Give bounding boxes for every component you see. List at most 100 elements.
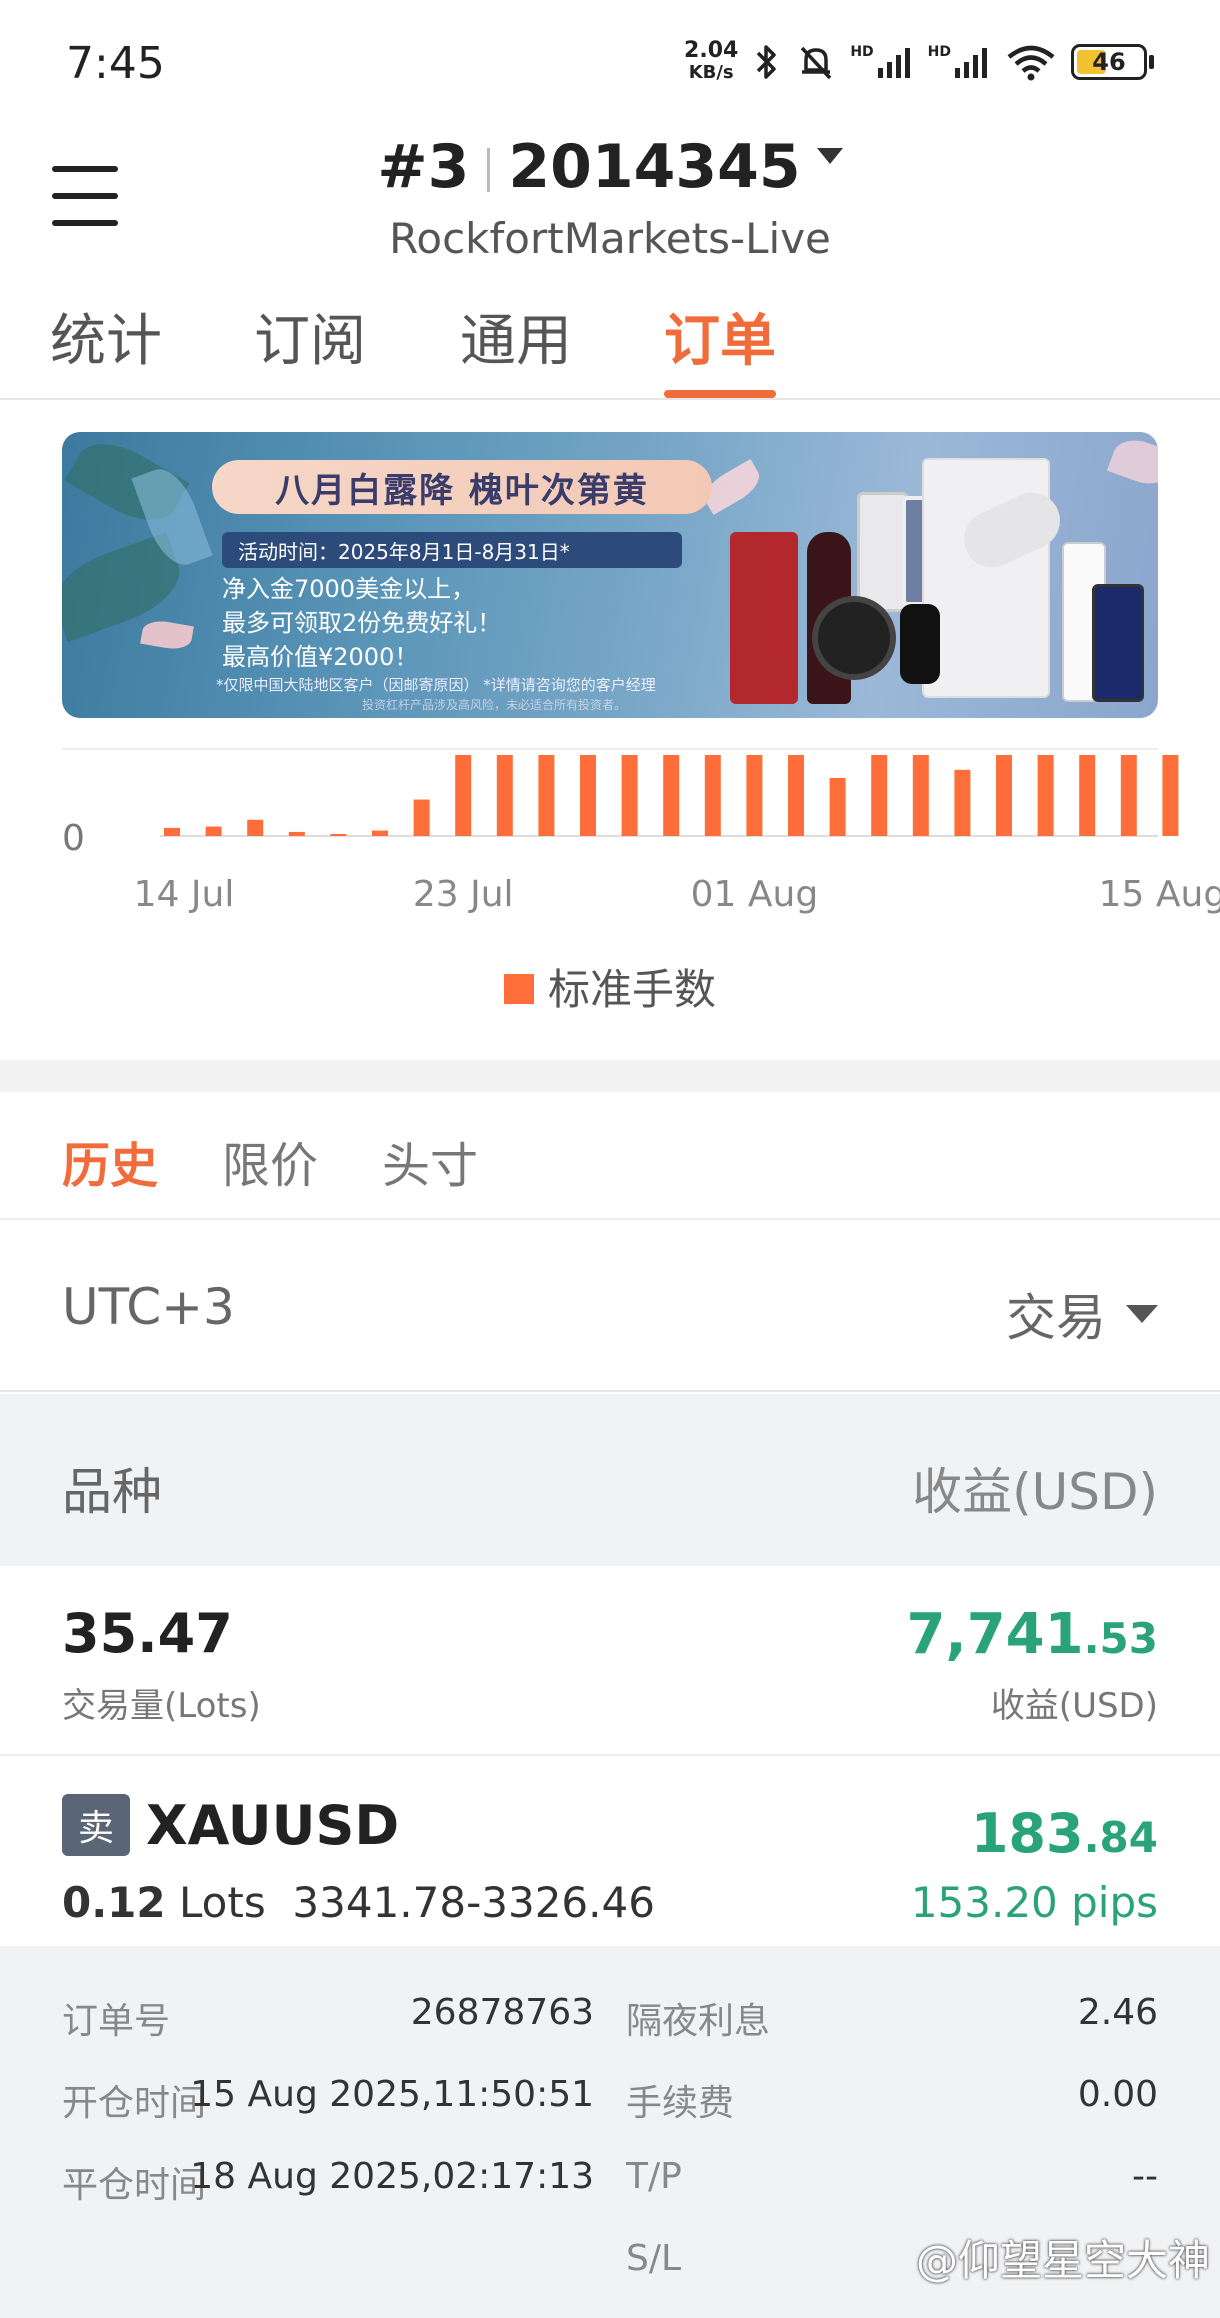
chart-legend: 标准手数 (0, 956, 1220, 1017)
trade-profit: 183.84 (971, 1802, 1158, 1865)
column-profit: 收益(USD) (912, 1463, 1158, 1521)
banner-disclaimer: 投资杠杆产品涉及高风险，未必适合所有投资者。 (362, 698, 627, 712)
status-time: 7:45 (66, 38, 165, 89)
banner-title-pill: 八月白露降 槐叶次第黄 (212, 460, 712, 514)
chart-bar (621, 755, 638, 836)
banner-line-2: 最多可领取2份免费好礼！ (222, 609, 502, 637)
tab-subscription[interactable]: 订阅 (254, 296, 366, 400)
caret-down-icon (816, 148, 843, 165)
x-tick-label: 14 Jul (134, 874, 235, 915)
hd-label-1: HD (850, 44, 874, 60)
trade-symbol: XAUUSD (146, 1794, 400, 1857)
chart-bar (746, 755, 763, 836)
chart-bar (496, 755, 513, 836)
type-filter-dropdown[interactable]: 交易 (1006, 1278, 1158, 1350)
sub-tab-bar: 历史 限价 头寸 (0, 1092, 1220, 1220)
close-time-value: 18 Aug 2025,02:17:13 (190, 2156, 594, 2197)
petal-decoration (1106, 432, 1158, 492)
trade-lots: 0.12 (62, 1878, 166, 1927)
chart-bar (413, 799, 430, 836)
net-speed-unit: KB/s (688, 62, 734, 83)
chart-bar (1162, 755, 1179, 836)
swap-label: 隔夜利息 (626, 2001, 771, 2042)
battery-nub (1149, 55, 1154, 69)
tab-orders[interactable]: 订单 (664, 296, 776, 400)
banner-footnote: *仅限中国大陆地区客户（因邮寄原因） *详情请咨询您的客户经理 (216, 676, 656, 694)
total-profit-int: 7,741 (906, 1602, 1084, 1667)
banner-title: 八月白露降 槐叶次第黄 (275, 470, 649, 511)
total-profit-dec: .53 (1083, 1614, 1158, 1663)
take-profit-value: -- (1132, 2156, 1158, 2197)
chart-bar (663, 755, 680, 836)
watermark: @仰望星空大神 (915, 2236, 1210, 2285)
chart-bar (205, 826, 222, 836)
filter-row: UTC+3 交易 (0, 1222, 1220, 1392)
main-tab-bar: 统计 订阅 通用 订单 (0, 296, 1220, 400)
phone-image-3 (1092, 584, 1144, 702)
legend-label: 标准手数 (547, 965, 716, 1014)
open-time-value: 15 Aug 2025,11:50:51 (190, 2074, 594, 2115)
legend-swatch (503, 973, 534, 1004)
mute-bell-icon (796, 42, 836, 82)
hd-label-2: HD (927, 44, 951, 60)
signal-icon-2: HD (928, 44, 991, 80)
banner-line-1: 净入金7000美金以上， (222, 575, 476, 603)
fee-label: 手续费 (626, 2083, 735, 2124)
band-image (900, 604, 940, 684)
swap-value: 2.46 (1077, 1992, 1158, 2033)
chart-bar (829, 777, 846, 836)
smartwatch-image (812, 596, 896, 680)
chart-bar (538, 755, 555, 836)
volume-bar-chart: 0 14 Jul 23 Jul 01 Aug 15 Aug (62, 755, 1220, 915)
take-profit-label: T/P (626, 2156, 682, 2197)
tab-history[interactable]: 历史 (62, 1126, 158, 1196)
banner-line-3: 最高价值¥2000！ (222, 643, 419, 671)
banner-body: 净入金7000美金以上， 最多可领取2份免费好礼！ 最高价值¥2000！ (222, 572, 501, 674)
trade-profit-dec: .84 (1083, 1813, 1158, 1862)
chart-bar (288, 831, 305, 836)
active-tab-indicator (664, 390, 776, 398)
trade-pips: 153.20 pips (910, 1878, 1158, 1927)
x-tick-label: 15 Aug (1099, 874, 1220, 915)
app-screen: 7:45 2.04 KB/s HD HD 46 #3 2014345 Rockf… (0, 0, 1220, 2318)
chart-bar (1120, 755, 1137, 836)
stop-loss-label: S/L (626, 2238, 682, 2279)
account-selector[interactable]: #3 2014345 (0, 132, 1220, 202)
x-tick-label: 23 Jul (413, 874, 514, 915)
petal-decoration (140, 617, 194, 653)
tab-general[interactable]: 通用 (460, 296, 572, 400)
tab-limit[interactable]: 限价 (222, 1126, 318, 1196)
wifi-icon (1005, 43, 1057, 81)
trade-detail: 0.12 Lots 3341.78-3326.46 (62, 1878, 655, 1927)
bluetooth-icon (752, 42, 782, 82)
battery-level: 46 (1092, 48, 1126, 76)
chart-bar (330, 834, 347, 836)
order-number-value: 26878763 (410, 1992, 594, 2033)
chart-bar (247, 819, 264, 836)
chart-bar (788, 755, 804, 836)
fee-value: 0.00 (1077, 2074, 1158, 2115)
trade-lots-unit: Lots (179, 1878, 266, 1927)
tab-statistics[interactable]: 统计 (50, 296, 162, 400)
chart-bar (1037, 755, 1054, 836)
signal-icon-1: HD (850, 44, 913, 80)
total-volume-label: 交易量(Lots) (62, 1686, 261, 1726)
chart-bar (372, 830, 388, 836)
chart-bar (871, 755, 888, 836)
column-header: 品种 收益(USD) (0, 1394, 1220, 1566)
total-volume: 35.47 (62, 1602, 233, 1665)
banner-period: 活动时间：2025年8月1日-8月31日* (222, 532, 682, 568)
trade-profit-int: 183 (970, 1802, 1084, 1865)
trade-row[interactable]: 卖 XAUUSD 0.12 Lots 3341.78-3326.46 183.8… (0, 1758, 1220, 1946)
total-profit: 7,741.53 (906, 1602, 1158, 1667)
close-time-label: 平仓时间 (62, 2165, 207, 2206)
tab-positions[interactable]: 头寸 (382, 1126, 478, 1196)
net-speed: 2.04 KB/s (684, 40, 738, 84)
promo-banner[interactable]: 八月白露降 槐叶次第黄 活动时间：2025年8月1日-8月31日* 净入金700… (62, 432, 1158, 718)
chart-bar (455, 755, 472, 836)
status-bar: 7:45 2.04 KB/s HD HD 46 (0, 0, 1220, 120)
timezone-selector[interactable]: UTC+3 (62, 1278, 235, 1336)
y-tick-label: 0 (62, 818, 85, 859)
account-number: 2014345 (508, 132, 801, 202)
wine-box-image (730, 532, 798, 704)
